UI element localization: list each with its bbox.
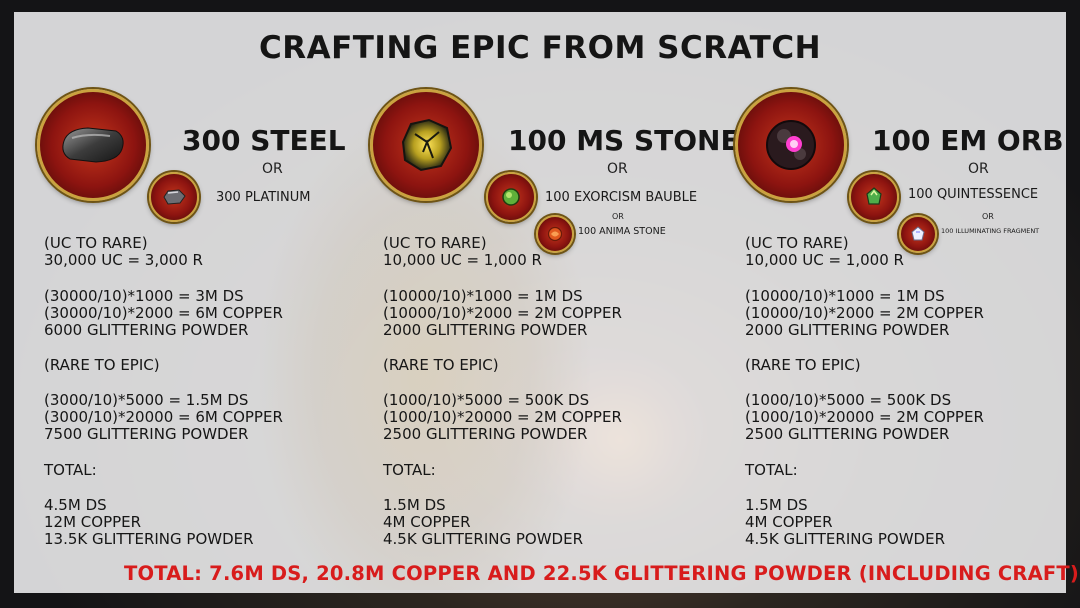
alt-item-label: 100 ANIMA STONE (578, 226, 666, 237)
text-line: (3000/10)*20000 = 6M COPPER (44, 408, 283, 426)
text-line: 4.5K GLITTERING POWDER (745, 530, 945, 548)
text-line: (1000/10)*5000 = 500K DS (383, 391, 590, 409)
text-line: (30000/10)*2000 = 6M COPPER (44, 304, 283, 322)
text-line: (RARE TO EPIC) (44, 356, 160, 374)
text-line: (30000/10)*1000 = 3M DS (44, 287, 244, 305)
text-line: (10000/10)*2000 = 2M COPPER (745, 304, 984, 322)
text-line: (UC TO RARE) (745, 234, 849, 252)
alt-item-label: 300 PLATINUM (216, 190, 311, 205)
text-line: (UC TO RARE) (44, 234, 148, 252)
text-line: 2500 GLITTERING POWDER (745, 425, 950, 443)
text-line: (UC TO RARE) (383, 234, 487, 252)
exorcism-bauble-icon (486, 172, 536, 222)
text-line: (RARE TO EPIC) (383, 356, 499, 374)
text-line: (1000/10)*20000 = 2M COPPER (383, 408, 622, 426)
text-line: 7500 GLITTERING POWDER (44, 425, 249, 443)
illuminating-fragment-icon (899, 215, 937, 253)
text-line: 2500 GLITTERING POWDER (383, 425, 588, 443)
or-label: OR (968, 161, 989, 177)
platinum-icon (149, 172, 199, 222)
or-label: OR (607, 161, 628, 177)
text-line: 4.5K GLITTERING POWDER (383, 530, 583, 548)
text-line: 10,000 UC = 1,000 R (745, 251, 904, 269)
text-line: 12M COPPER (44, 513, 142, 531)
text-line: 10,000 UC = 1,000 R (383, 251, 542, 269)
text-line: 6000 GLITTERING POWDER (44, 321, 249, 339)
text-line: (10000/10)*1000 = 1M DS (745, 287, 945, 305)
ms-stone-icon (370, 89, 482, 201)
text-line: 4M COPPER (745, 513, 833, 531)
text-line: TOTAL: (745, 461, 798, 479)
text-line: 4.5M DS (44, 496, 107, 514)
main-item-label: 100 MS STONE (508, 124, 740, 157)
alt-item-label: 100 ILLUMINATING FRAGMENT (941, 227, 1040, 235)
main-item-label: 100 EM ORB (872, 124, 1064, 157)
em-orb-icon (735, 89, 847, 201)
quintessence-icon (849, 172, 899, 222)
alt-item-label: 100 QUINTESSENCE (908, 187, 1039, 202)
steel-icon (37, 89, 149, 201)
text-line: (1000/10)*20000 = 2M COPPER (745, 408, 984, 426)
alt-item-label: 100 EXORCISM BAUBLE (545, 190, 698, 205)
text-line: 30,000 UC = 3,000 R (44, 251, 203, 269)
text-line: 1.5M DS (383, 496, 446, 514)
text-line: (3000/10)*5000 = 1.5M DS (44, 391, 249, 409)
text-line: (1000/10)*5000 = 500K DS (745, 391, 952, 409)
main-item-label: 300 STEEL (182, 124, 346, 157)
anima-stone-icon (536, 215, 574, 253)
text-line: TOTAL: (383, 461, 436, 479)
text-line: 4M COPPER (383, 513, 471, 531)
text-line: 1.5M DS (745, 496, 808, 514)
text-line: TOTAL: (44, 461, 97, 479)
text-line: (10000/10)*1000 = 1M DS (383, 287, 583, 305)
or-label: OR (982, 212, 994, 221)
or-label: OR (612, 212, 624, 221)
text-line: (RARE TO EPIC) (745, 356, 861, 374)
text-line: 2000 GLITTERING POWDER (383, 321, 588, 339)
or-label: OR (262, 161, 283, 177)
text-line: 13.5K GLITTERING POWDER (44, 530, 254, 548)
page-title: CRAFTING EPIC FROM SCRATCH (258, 30, 822, 66)
grand-total: TOTAL: 7.6M DS, 20.8M COPPER AND 22.5K G… (124, 562, 1080, 585)
text-line: (10000/10)*2000 = 2M COPPER (383, 304, 622, 322)
text-line: 2000 GLITTERING POWDER (745, 321, 950, 339)
